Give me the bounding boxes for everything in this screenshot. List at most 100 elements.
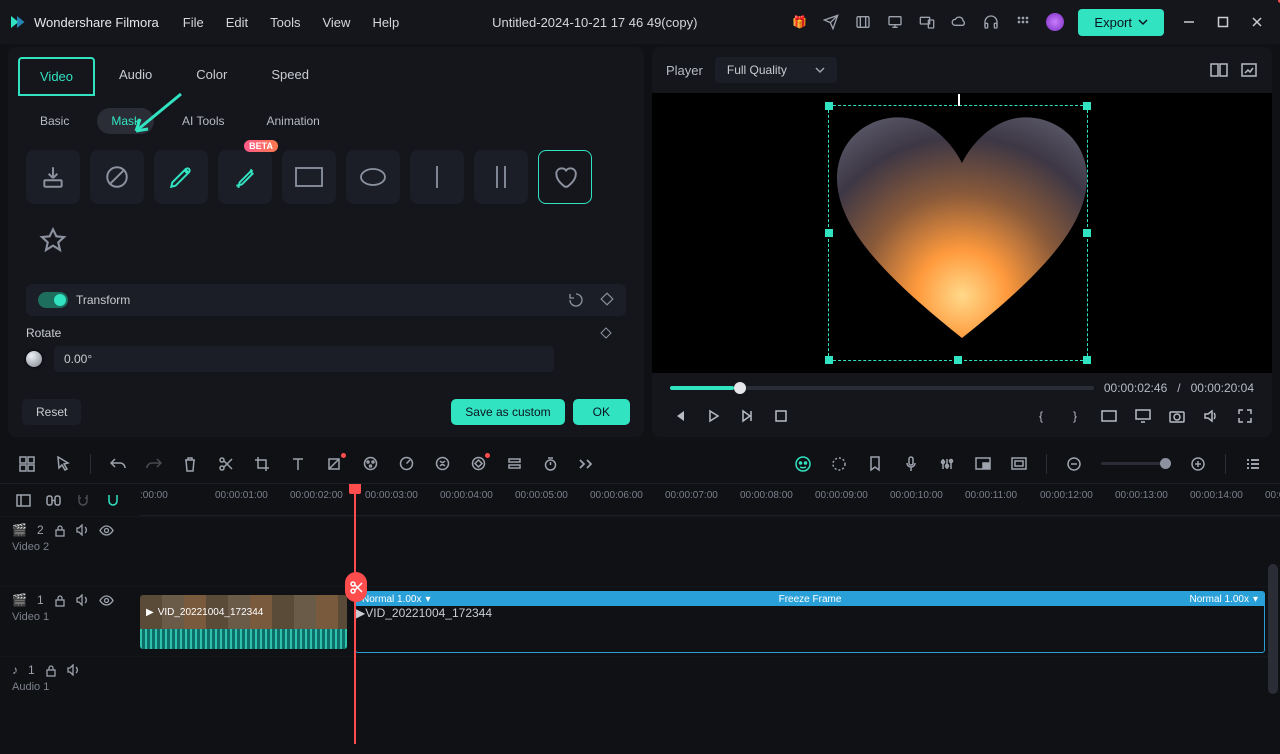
rotate-value-input[interactable]: 0.00° (54, 346, 554, 372)
resize-handle-sw[interactable] (825, 356, 833, 364)
maximize-icon[interactable] (1216, 15, 1230, 29)
track-lane-audio1[interactable] (140, 656, 1280, 706)
marker-icon[interactable] (866, 455, 884, 473)
export-button[interactable]: Export (1078, 9, 1164, 36)
mark-out-icon[interactable]: } (1066, 407, 1084, 425)
ok-button[interactable]: OK (573, 399, 630, 425)
crop-icon[interactable] (253, 455, 271, 473)
close-icon[interactable] (1250, 15, 1264, 29)
ratio-icon[interactable] (1100, 407, 1118, 425)
pip-icon[interactable] (974, 455, 992, 473)
redo-icon[interactable] (145, 455, 163, 473)
track-select-icon[interactable] (505, 455, 523, 473)
visibility-icon[interactable] (99, 525, 114, 536)
mask-bounding-box[interactable] (828, 105, 1088, 361)
lock-icon[interactable] (54, 594, 66, 607)
effects-icon[interactable] (433, 455, 451, 473)
desktop-icon[interactable] (886, 13, 904, 31)
send-icon[interactable] (822, 13, 840, 31)
resize-handle-e[interactable] (1083, 229, 1091, 237)
adjust-icon[interactable] (325, 455, 343, 473)
play-icon[interactable] (704, 407, 722, 425)
apps-icon[interactable] (1014, 13, 1032, 31)
next-frame-icon[interactable] (738, 407, 756, 425)
keyframe-icon[interactable] (469, 455, 487, 473)
text-icon[interactable] (289, 455, 307, 473)
subtab-basic[interactable]: Basic (26, 108, 83, 134)
reset-transform-icon[interactable] (568, 292, 584, 308)
brush-mask-icon[interactable]: BETA (218, 150, 272, 204)
devices-icon[interactable] (918, 13, 936, 31)
snap-icon[interactable] (104, 491, 122, 509)
keyframe-rotate-icon[interactable] (600, 327, 612, 339)
clip-vid1-b[interactable]: Normal 1.00x▾ Freeze Frame Normal 1.00x▾… (355, 591, 1265, 653)
mute-icon[interactable] (76, 524, 89, 536)
track-lane-video1[interactable]: ▶VID_20221004_172344 Normal 1.00x▾ Freez… (140, 586, 1280, 656)
more-tools-icon[interactable] (577, 455, 595, 473)
quality-dropdown[interactable]: Full Quality (715, 57, 837, 83)
none-mask-icon[interactable] (90, 150, 144, 204)
ellipse-mask-icon[interactable] (346, 150, 400, 204)
speed-icon[interactable] (397, 455, 415, 473)
fullscreen-icon[interactable] (1236, 407, 1254, 425)
delete-icon[interactable] (181, 455, 199, 473)
zoom-out-icon[interactable] (1065, 455, 1083, 473)
save-as-custom-button[interactable]: Save as custom (451, 399, 564, 425)
timeline-tracks[interactable]: :00:0000:00:01:0000:00:02:0000:00:03:000… (140, 484, 1280, 744)
clip-vid1-a[interactable]: ▶VID_20221004_172344 (140, 595, 347, 649)
tab-video[interactable]: Video (18, 57, 95, 96)
headphones-icon[interactable] (982, 13, 1000, 31)
resize-handle-nw[interactable] (825, 102, 833, 110)
undo-icon[interactable] (109, 455, 127, 473)
safe-zone-icon[interactable] (1010, 455, 1028, 473)
resize-handle-w[interactable] (825, 229, 833, 237)
track-header-video2[interactable]: 🎬 2 Video 2 (0, 516, 140, 586)
player-scrubber[interactable] (670, 386, 1094, 390)
color-icon[interactable] (361, 455, 379, 473)
menu-tools[interactable]: Tools (270, 15, 300, 30)
volume-icon[interactable] (1202, 407, 1220, 425)
display-icon[interactable] (1134, 407, 1152, 425)
visibility-icon[interactable] (99, 595, 114, 606)
avatar-icon[interactable] (1046, 13, 1064, 31)
lock-icon[interactable] (45, 664, 57, 677)
gift-icon[interactable]: 🎁 (790, 13, 808, 31)
rotation-handle[interactable] (958, 94, 960, 106)
tab-speed[interactable]: Speed (251, 57, 329, 96)
resize-handle-se[interactable] (1083, 356, 1091, 364)
zoom-in-icon[interactable] (1189, 455, 1207, 473)
select-icon[interactable] (54, 455, 72, 473)
subtab-aitools[interactable]: AI Tools (168, 108, 238, 134)
vertical-scrollbar[interactable] (1268, 564, 1278, 694)
menu-file[interactable]: File (183, 15, 204, 30)
track-options-icon[interactable] (1244, 455, 1262, 473)
cloud-icon[interactable] (950, 13, 968, 31)
prev-frame-icon[interactable] (670, 407, 688, 425)
heart-mask-icon[interactable] (538, 150, 592, 204)
stop-icon[interactable] (772, 407, 790, 425)
compare-view-icon[interactable] (1210, 61, 1228, 79)
snapshot-view-icon[interactable] (1240, 61, 1258, 79)
mark-in-icon[interactable]: { (1032, 407, 1050, 425)
collapse-tracks-icon[interactable] (14, 491, 32, 509)
subtab-mask[interactable]: Mask (97, 108, 154, 134)
zoom-slider[interactable] (1101, 462, 1171, 465)
mute-icon[interactable] (67, 664, 80, 676)
resize-handle-s[interactable] (954, 356, 962, 364)
rectangle-mask-icon[interactable] (282, 150, 336, 204)
resize-handle-ne[interactable] (1083, 102, 1091, 110)
lock-icon[interactable] (54, 524, 66, 537)
mic-icon[interactable] (902, 455, 920, 473)
reset-button[interactable]: Reset (22, 399, 81, 425)
menu-help[interactable]: Help (372, 15, 399, 30)
star-mask-icon[interactable] (26, 214, 80, 268)
menu-edit[interactable]: Edit (226, 15, 248, 30)
link-tracks-icon[interactable] (44, 491, 62, 509)
time-ruler[interactable]: :00:0000:00:01:0000:00:02:0000:00:03:000… (140, 484, 1280, 516)
track-header-video1[interactable]: 🎬 1 Video 1 (0, 586, 140, 656)
mixer-icon[interactable] (938, 455, 956, 473)
track-header-audio1[interactable]: ♪ 1 Audio 1 (0, 656, 140, 706)
split-handle-icon[interactable] (345, 572, 367, 602)
playhead[interactable] (354, 484, 356, 744)
transform-toggle[interactable] (38, 292, 68, 308)
